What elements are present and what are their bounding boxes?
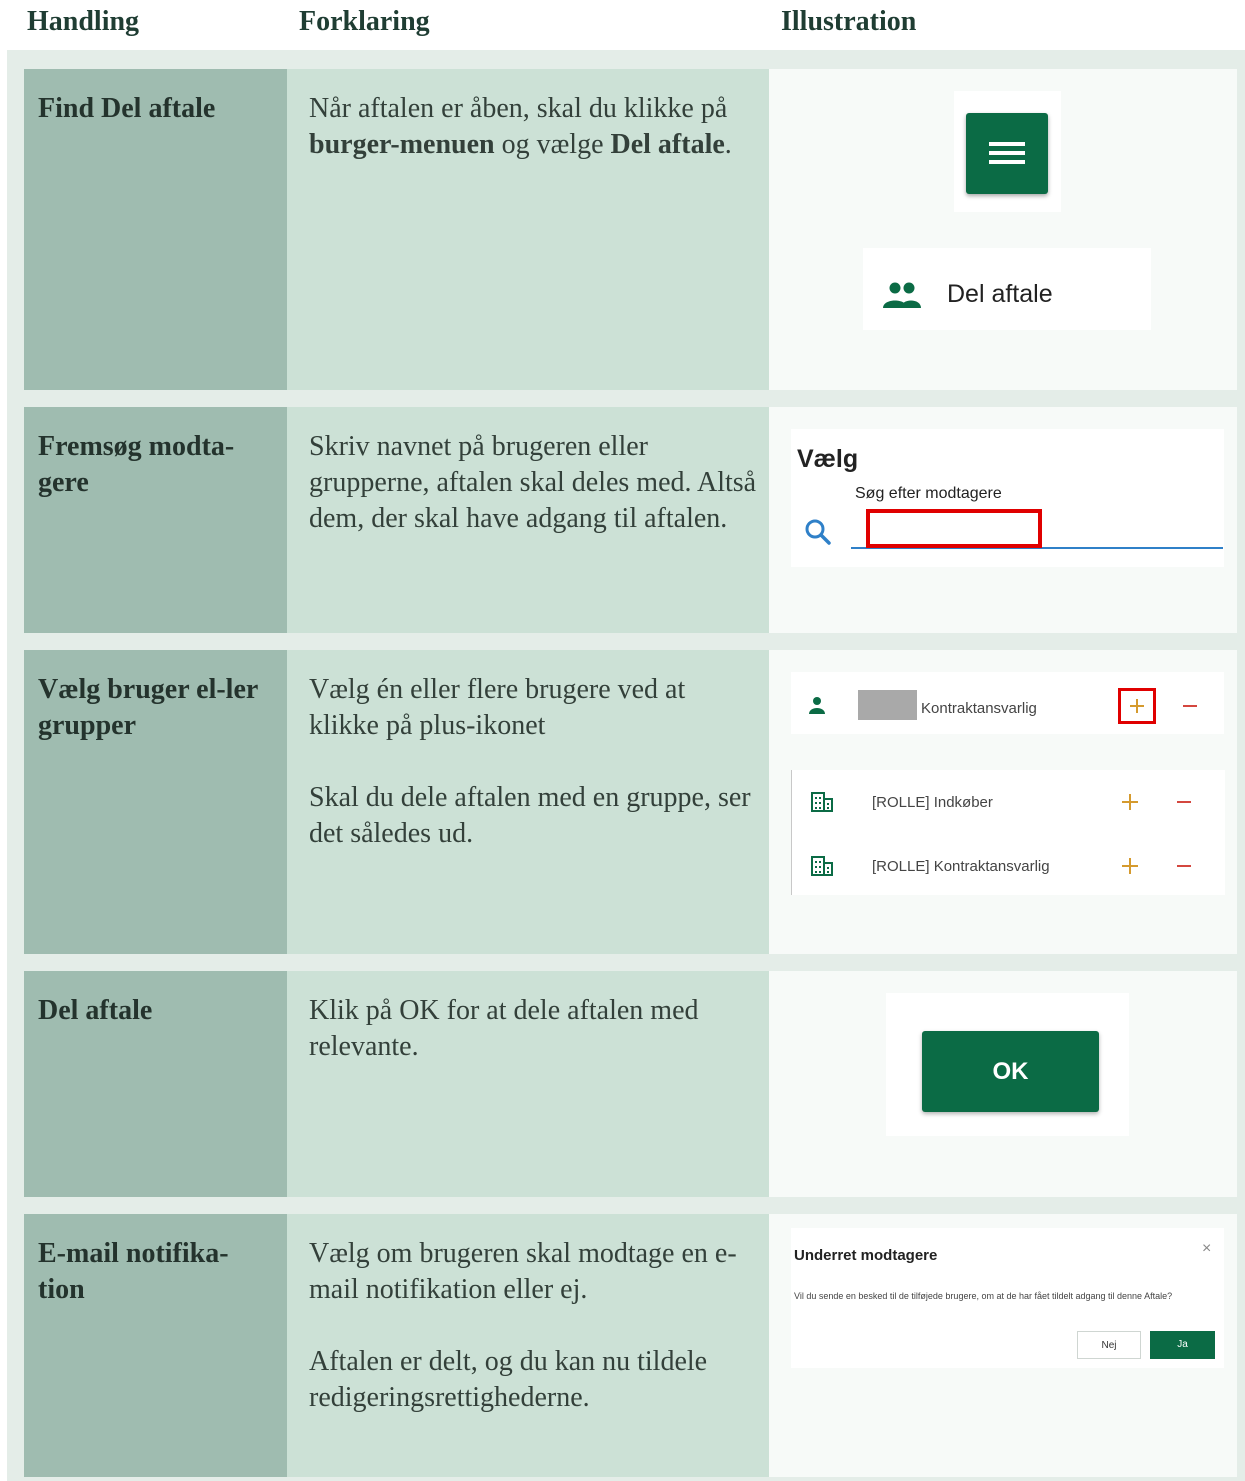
text-cell: Vælg om brugeren skal modtage en e-mail …: [287, 1214, 769, 1477]
plus-icon: [1130, 699, 1144, 713]
step-title: E-mail notifika-tion: [38, 1238, 229, 1305]
redacted-name: [858, 690, 917, 720]
burger-menu-button[interactable]: [966, 113, 1048, 194]
person-icon: [809, 697, 825, 714]
step-text: Skriv navnet på brugeren eller grupperne…: [309, 431, 757, 534]
table-row: Find Del aftale Når aftalen er åben, ska…: [24, 69, 1237, 390]
search-field-label: Søg efter modtagere: [855, 485, 1002, 502]
title-cell: E-mail notifika-tion: [24, 1214, 287, 1477]
column-header-handling: Handling: [27, 6, 140, 37]
menu-item-label: Del aftale: [947, 280, 1053, 308]
notify-dialog: Underret modtagere × Vil du sende en bes…: [791, 1228, 1224, 1368]
step-text: Vælg om brugeren skal modtage en e-mail …: [309, 1238, 737, 1413]
remove-user-button[interactable]: [1181, 699, 1199, 713]
list-item: [ROLLE] Indkøber: [792, 770, 1225, 832]
step-title: Vælg bruger el-ler grupper: [38, 674, 258, 741]
burger-card: [954, 91, 1061, 212]
yes-button[interactable]: Ja: [1150, 1331, 1215, 1359]
text-cell: Klik på OK for at dele aftalen med relev…: [287, 971, 769, 1197]
group-list: [ROLLE] Indkøber [ROLLE] Kontraktansvarl…: [791, 770, 1225, 895]
list-item: [ROLLE] Kontraktansvarlig: [792, 834, 1225, 896]
table-row: Vælg bruger el-ler grupper Vælg én eller…: [24, 650, 1237, 954]
plus-icon[interactable]: [1119, 791, 1141, 813]
search-card: Vælg Søg efter modtagere: [791, 429, 1224, 567]
table-row: Del aftale Klik på OK for at dele aftale…: [24, 971, 1237, 1197]
search-input-highlight: [866, 509, 1042, 548]
ok-button[interactable]: OK: [922, 1031, 1099, 1112]
step-text: Klik på OK for at dele aftalen med relev…: [309, 995, 699, 1062]
title-cell: Find Del aftale: [24, 69, 287, 390]
title-cell: Fremsøg modta-gere: [24, 407, 287, 633]
title-cell: Del aftale: [24, 971, 287, 1197]
building-icon: [811, 856, 833, 876]
title-cell: Vælg bruger el-ler grupper: [24, 650, 287, 954]
text-cell: Vælg én eller flere brugere ved at klikk…: [287, 650, 769, 954]
dialog-heading: Vælg: [797, 445, 859, 473]
no-button[interactable]: Nej: [1077, 1331, 1141, 1359]
step-title: Fremsøg modta-gere: [38, 431, 235, 498]
building-icon: [811, 792, 833, 812]
burger-menu-icon: [989, 142, 1025, 164]
illustration-cell: Underret modtagere × Vil du sende en bes…: [769, 1214, 1237, 1477]
table-row: E-mail notifika-tion Vælg om brugeren sk…: [24, 1214, 1237, 1477]
search-input[interactable]: [851, 507, 1223, 549]
ok-card: OK: [886, 993, 1129, 1136]
step-title: Find Del aftale: [38, 93, 216, 124]
illustration-cell: Vælg Søg efter modtagere: [769, 407, 1237, 633]
dialog-title: Underret modtagere: [794, 1247, 938, 1264]
step-title: Del aftale: [38, 995, 153, 1026]
add-user-button[interactable]: [1118, 688, 1156, 724]
group-name: [ROLLE] Indkøber: [872, 794, 993, 811]
text-cell: Når aftalen er åben, skal du klikke på b…: [287, 69, 769, 390]
dialog-text: Vil du sende en besked til de tilføjede …: [794, 1291, 1173, 1301]
column-header-illustration: Illustration: [781, 6, 917, 37]
step-text: Når aftalen er åben, skal du klikke på b…: [309, 93, 732, 160]
plus-icon[interactable]: [1119, 855, 1141, 877]
table-header: Handling Forklaring Illustration: [0, 0, 1245, 50]
del-aftale-menu-item[interactable]: Del aftale: [863, 248, 1151, 330]
text-cell: Skriv navnet på brugeren eller grupperne…: [287, 407, 769, 633]
minus-icon[interactable]: [1175, 859, 1193, 873]
minus-icon[interactable]: [1175, 795, 1193, 809]
column-header-forklaring: Forklaring: [299, 6, 430, 37]
list-item: Kontraktansvarlig: [791, 672, 1224, 734]
illustration-cell: Del aftale: [769, 69, 1237, 390]
group-name: [ROLLE] Kontraktansvarlig: [872, 858, 1050, 875]
people-icon: [883, 282, 921, 308]
search-icon: [805, 519, 831, 545]
step-text: Vælg én eller flere brugere ved at klikk…: [309, 674, 751, 849]
table-row: Fremsøg modta-gere Skriv navnet på bruge…: [24, 407, 1237, 633]
close-icon[interactable]: ×: [1202, 1240, 1211, 1258]
illustration-cell: Kontraktansvarlig [ROLLE] Indkøber [ROLL…: [769, 650, 1237, 954]
user-role: Kontraktansvarlig: [921, 700, 1037, 717]
illustration-cell: OK: [769, 971, 1237, 1197]
